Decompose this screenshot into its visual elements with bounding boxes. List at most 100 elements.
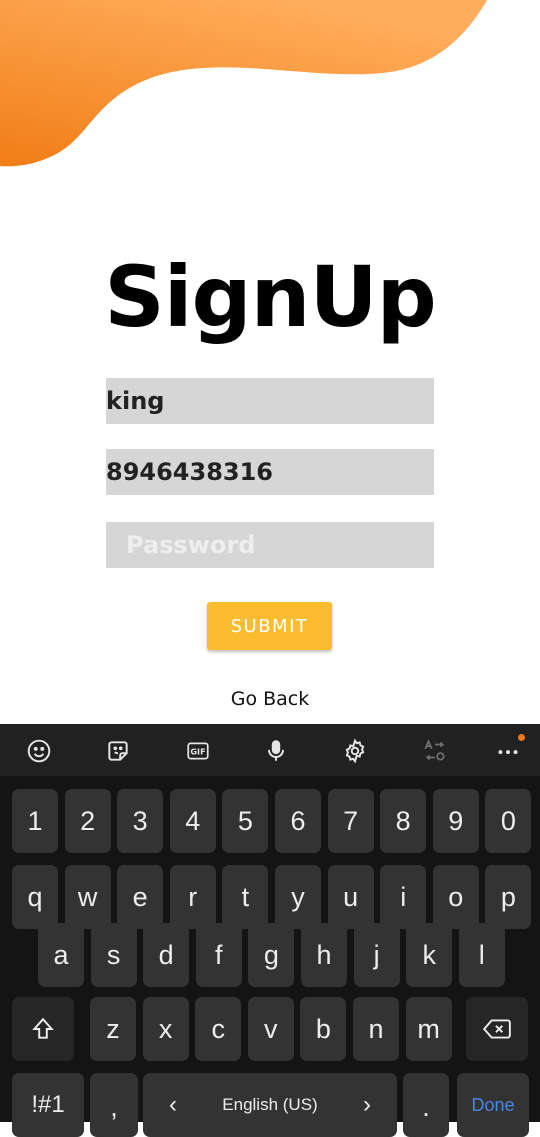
key-x-label: x [158,1013,173,1044]
key-m[interactable]: m [405,997,452,1061]
key-1[interactable]: 1 [12,789,58,853]
username-input[interactable] [106,378,434,424]
space-left-arrow: ‹ [169,1091,177,1118]
key-3[interactable]: 3 [117,789,164,853]
key-s[interactable]: s [90,923,137,987]
key-8-label: 8 [395,805,411,836]
key-c[interactable]: c [195,997,242,1061]
key-u-label: u [343,881,359,912]
sticker-icon[interactable] [103,736,133,766]
space-key[interactable]: ‹ English (US) › [143,1073,397,1137]
key-k-label: k [422,939,436,970]
key-3-label: 3 [132,805,148,836]
settings-icon[interactable] [340,736,370,766]
key-5-label: 5 [237,805,253,836]
key-j[interactable]: j [353,923,400,987]
key-q-label: q [27,881,43,912]
gif-icon[interactable]: GIF [183,736,213,766]
symbols-key[interactable]: !#1 [12,1073,84,1137]
key-y-label: y [291,881,305,912]
key-i[interactable]: i [380,865,427,929]
key-v-label: v [264,1013,278,1044]
key-f-label: f [215,939,223,970]
key-8[interactable]: 8 [380,789,427,853]
key-7-label: 7 [343,805,359,836]
key-e[interactable]: e [117,865,164,929]
phone-input[interactable] [106,449,434,495]
key-4-label: 4 [185,805,201,836]
key-u[interactable]: u [327,865,374,929]
done-key-label: Done [471,1094,515,1115]
page-title: SignUp [104,248,437,346]
microphone-icon[interactable] [261,736,291,766]
key-w-label: w [77,881,98,912]
key-f[interactable]: f [195,923,242,987]
on-screen-keyboard: GIF 1 2 3 4 5 6 7 8 9 0 q w e r t y u i o p a s d f g h j k l z x c v b n m… [0,724,540,1137]
key-o-label: o [448,881,464,912]
key-a-label: a [53,939,69,970]
go-back-link[interactable]: Go Back [0,688,540,710]
key-c-label: c [211,1013,225,1044]
comma-key[interactable]: , [90,1073,138,1137]
decorative-wave [0,0,487,167]
period-key[interactable]: . [403,1073,449,1137]
key-a[interactable]: a [38,923,84,987]
key-6[interactable]: 6 [275,789,321,853]
key-z[interactable]: z [90,997,136,1061]
key-l-label: l [478,939,485,970]
shift-key[interactable] [12,997,74,1061]
key-9[interactable]: 9 [432,789,479,853]
key-g[interactable]: g [248,923,295,987]
key-t[interactable]: t [222,865,269,929]
key-w[interactable]: w [64,865,111,929]
backspace-key[interactable] [466,997,528,1061]
key-r-label: r [188,881,198,912]
key-o[interactable]: o [432,865,479,929]
key-y[interactable]: y [275,865,321,929]
key-r[interactable]: r [169,865,216,929]
key-n[interactable]: n [353,997,399,1061]
key-m-label: m [417,1013,440,1044]
key-7[interactable]: 7 [327,789,374,853]
key-x[interactable]: x [142,997,189,1061]
keyboard-toolbar: GIF [0,724,540,776]
gif-icon-label: GIF [190,746,205,756]
key-e-label: e [132,881,148,912]
key-p-label: p [500,881,516,912]
key-d-label: d [158,939,174,970]
key-i-label: i [400,881,407,912]
translate-icon[interactable] [420,736,450,766]
symbols-key-label: !#1 [31,1091,65,1118]
key-5[interactable]: 5 [222,789,269,853]
key-1-label: 1 [27,805,43,836]
key-9-label: 9 [448,805,464,836]
backspace-icon [482,1019,511,1039]
emoji-icon[interactable] [24,736,54,766]
key-n-label: n [368,1013,384,1044]
shift-icon [32,1017,54,1039]
key-2[interactable]: 2 [64,789,111,853]
submit-button[interactable]: SUBMIT [207,602,332,650]
key-d[interactable]: d [143,923,190,987]
key-0[interactable]: 0 [485,789,532,853]
key-b-label: b [315,1013,331,1044]
key-g-label: g [263,939,279,970]
key-h[interactable]: h [301,923,347,987]
key-4[interactable]: 4 [169,789,216,853]
key-6-label: 6 [290,805,306,836]
key-q[interactable]: q [12,865,58,929]
key-p[interactable]: p [485,865,532,929]
key-k[interactable]: k [406,923,453,987]
more-icon[interactable] [493,734,525,766]
key-t-label: t [241,881,250,912]
comma-key-label: , [110,1092,118,1122]
space-right-arrow: › [362,1091,371,1118]
key-v[interactable]: v [247,997,294,1061]
space-key-label: English (US) [222,1095,318,1114]
password-input[interactable] [106,522,434,568]
done-key[interactable]: Done [457,1073,529,1137]
key-b[interactable]: b [300,997,347,1061]
notification-dot [518,734,525,741]
key-l[interactable]: l [458,923,505,987]
key-j-label: j [373,939,380,970]
